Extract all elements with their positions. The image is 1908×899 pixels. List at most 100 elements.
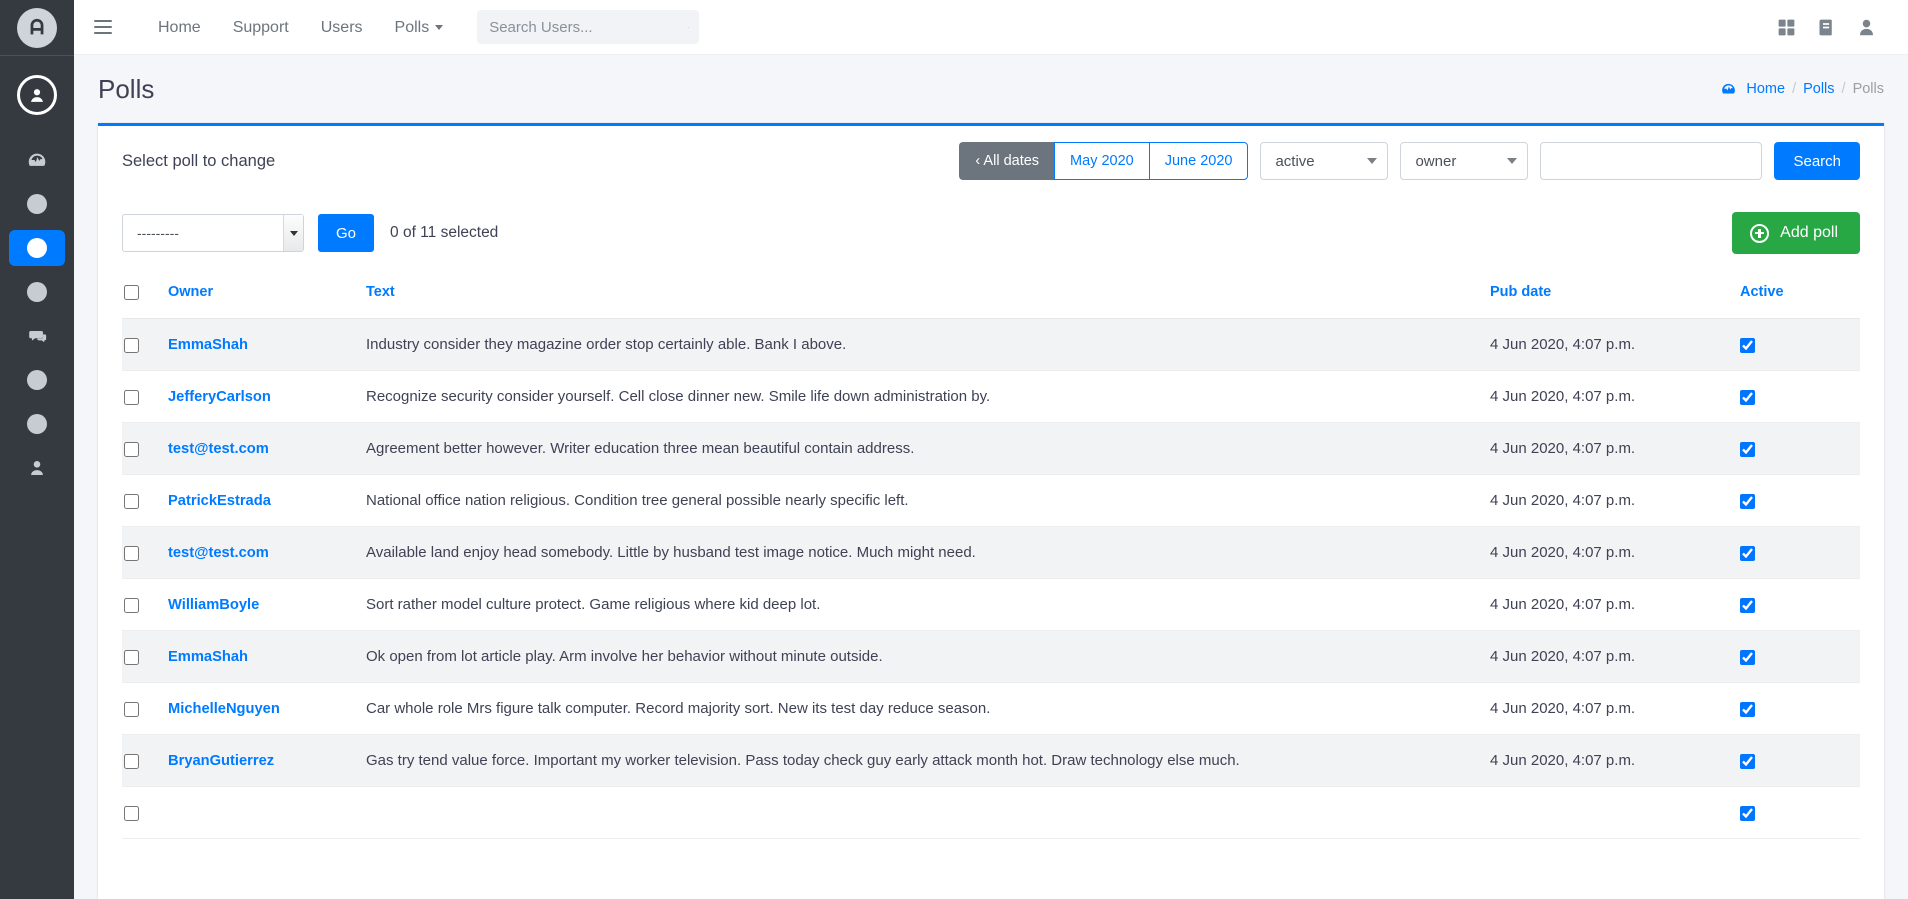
nav-link-support[interactable]: Support xyxy=(217,0,305,55)
owner-filter-value: owner xyxy=(1415,152,1457,170)
cell-active xyxy=(1740,526,1860,579)
hamburger-icon[interactable] xyxy=(94,14,120,40)
chevron-down-icon xyxy=(1507,158,1518,164)
sidebar-item-2[interactable] xyxy=(9,186,65,222)
owner-link[interactable]: test@test.com xyxy=(168,441,269,457)
column-header-owner[interactable]: Owner xyxy=(168,270,366,319)
sidebar-item-polls[interactable] xyxy=(9,230,65,266)
sidebar-user-avatar[interactable] xyxy=(0,56,74,134)
cell-owner: BryanGutierrez xyxy=(168,734,366,787)
row-select-checkbox[interactable] xyxy=(124,389,139,405)
content-card: Select poll to change ‹ All dates May 20… xyxy=(98,123,1884,899)
sidebar-brand[interactable] xyxy=(0,0,74,55)
table-row: WilliamBoyle Sort rather model culture pr… xyxy=(122,578,1860,631)
sidebar xyxy=(0,0,74,899)
row-select-checkbox[interactable] xyxy=(124,649,139,665)
owner-link[interactable]: MichelleNguyen xyxy=(168,701,280,717)
cell-active xyxy=(1740,682,1860,735)
speedometer-icon xyxy=(1720,81,1737,98)
column-header-pub-date[interactable]: Pub date xyxy=(1490,270,1740,319)
active-checkbox[interactable] xyxy=(1740,805,1755,821)
select-all-checkbox[interactable] xyxy=(124,284,139,300)
active-checkbox[interactable] xyxy=(1740,545,1755,561)
poll-search-input[interactable] xyxy=(1540,142,1763,180)
row-select-checkbox[interactable] xyxy=(124,493,139,509)
row-select-cell xyxy=(122,370,168,423)
select-all-header xyxy=(122,270,168,319)
cell-pub-date: 4 Jun 2020, 4:07 p.m. xyxy=(1490,370,1740,423)
bulk-action-select[interactable]: --------- xyxy=(122,214,304,252)
cell-active xyxy=(1740,734,1860,787)
row-select-checkbox[interactable] xyxy=(124,337,139,353)
row-select-checkbox[interactable] xyxy=(124,597,139,613)
go-button[interactable]: Go xyxy=(318,214,375,252)
cell-pub-date: 4 Jun 2020, 4:07 p.m. xyxy=(1490,318,1740,371)
sidebar-item-7[interactable] xyxy=(9,406,65,442)
date-filter-june-2020[interactable]: June 2020 xyxy=(1148,142,1249,180)
sidebar-item-users[interactable] xyxy=(9,450,65,486)
active-checkbox[interactable] xyxy=(1740,389,1755,405)
owner-link[interactable]: BryanGutierrez xyxy=(168,753,274,769)
app-root: Home Support Users Polls Search Users...… xyxy=(0,0,1908,899)
breadcrumb-item-home[interactable]: Home xyxy=(1746,81,1785,97)
nav-link-users[interactable]: Users xyxy=(305,0,379,55)
user-icon[interactable] xyxy=(1846,7,1886,47)
cell-pub-date: 4 Jun 2020, 4:07 p.m. xyxy=(1490,578,1740,631)
sidebar-item-4[interactable] xyxy=(9,274,65,310)
nav-link-support-label: Support xyxy=(232,18,289,36)
cell-owner: PatrickEstrada xyxy=(168,474,366,527)
book-icon[interactable] xyxy=(1806,7,1846,47)
chevron-down-icon xyxy=(283,215,303,251)
nav-link-home[interactable]: Home xyxy=(142,0,217,55)
active-checkbox[interactable] xyxy=(1740,597,1755,613)
navbar-search[interactable] xyxy=(477,10,700,44)
owner-link[interactable]: JefferyCarlson xyxy=(168,389,271,405)
row-select-cell xyxy=(122,474,168,527)
row-select-checkbox[interactable] xyxy=(124,753,139,769)
active-checkbox[interactable] xyxy=(1740,649,1755,665)
date-filter-group: ‹ All dates May 2020 June 2020 xyxy=(959,142,1249,180)
cell-pub-date: 4 Jun 2020, 4:07 p.m. xyxy=(1490,682,1740,735)
owner-link[interactable]: WilliamBoyle xyxy=(168,597,259,613)
active-checkbox[interactable] xyxy=(1740,337,1755,353)
active-checkbox[interactable] xyxy=(1740,753,1755,769)
active-filter-select[interactable]: active xyxy=(1260,142,1389,180)
row-select-cell xyxy=(122,318,168,371)
cell-pub-date: 4 Jun 2020, 4:07 p.m. xyxy=(1490,422,1740,475)
sidebar-item-messages[interactable] xyxy=(9,318,65,354)
row-select-checkbox[interactable] xyxy=(124,441,139,457)
column-header-active[interactable]: Active xyxy=(1740,270,1860,319)
row-select-checkbox[interactable] xyxy=(124,545,139,561)
speedometer-icon xyxy=(28,153,46,166)
cell-active xyxy=(1740,422,1860,475)
column-header-text[interactable]: Text xyxy=(366,270,1490,319)
active-checkbox[interactable] xyxy=(1740,701,1755,717)
add-poll-button[interactable]: Add poll xyxy=(1732,212,1860,254)
cell-owner: EmmaShah xyxy=(168,630,366,683)
nav-link-polls[interactable]: Polls xyxy=(379,0,460,55)
search-button[interactable]: Search xyxy=(1774,142,1860,180)
row-select-cell xyxy=(122,422,168,475)
row-select-checkbox[interactable] xyxy=(124,805,139,821)
cell-owner xyxy=(168,786,366,839)
search-input[interactable] xyxy=(489,18,689,36)
owner-link[interactable]: PatrickEstrada xyxy=(168,493,271,509)
sidebar-item-dashboard[interactable] xyxy=(9,142,65,178)
nav-link-home-label: Home xyxy=(158,18,201,36)
owner-link[interactable]: test@test.com xyxy=(168,545,269,561)
add-poll-label: Add poll xyxy=(1780,224,1838,241)
cell-owner: test@test.com xyxy=(168,422,366,475)
active-checkbox[interactable] xyxy=(1740,493,1755,509)
row-select-cell xyxy=(122,734,168,787)
sidebar-item-6[interactable] xyxy=(9,362,65,398)
owner-filter-select[interactable]: owner xyxy=(1400,142,1529,180)
grid-icon[interactable] xyxy=(1766,7,1806,47)
date-filter-all-dates[interactable]: ‹ All dates xyxy=(959,142,1055,180)
owner-link[interactable]: EmmaShah xyxy=(168,337,248,353)
date-filter-may-2020[interactable]: May 2020 xyxy=(1054,142,1149,180)
row-select-checkbox[interactable] xyxy=(124,701,139,717)
owner-link[interactable]: EmmaShah xyxy=(168,649,248,665)
active-checkbox[interactable] xyxy=(1740,441,1755,457)
breadcrumb-item-polls[interactable]: Polls xyxy=(1803,81,1834,97)
cell-owner: EmmaShah xyxy=(168,318,366,371)
